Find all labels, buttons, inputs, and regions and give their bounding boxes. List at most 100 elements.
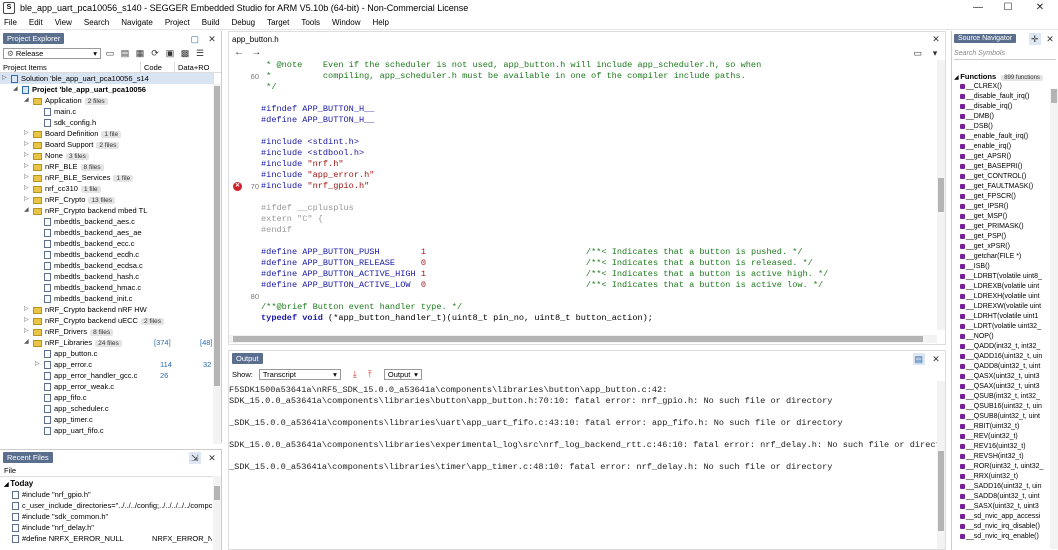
menu-item-project[interactable]: Project [165,18,190,27]
tree-folder-item[interactable]: ▷ nrf_cc310 1 file [0,183,214,194]
function-item[interactable]: __get_PRIMASK() [952,222,1049,232]
function-item[interactable]: __enable_irq() [952,142,1049,152]
tree-file-item[interactable]: mbedtls_backend_aes.c [0,216,214,227]
pin-icon[interactable]: ✛ [1028,32,1041,45]
minimize-button[interactable]: — [963,0,993,16]
tree-file-item[interactable]: mbedtls_backend_ecdh.c [0,249,214,260]
tab-source-navigator[interactable]: Source Navigator [954,34,1017,43]
collapsed-arrow-icon[interactable]: ▷ [24,183,29,194]
close-icon[interactable]: ✕ [206,452,218,464]
window-dock-icon[interactable]: ▢ [189,33,201,45]
output-text[interactable]: F5SDK1500a53641a\nRF5_SDK_15.0.0_a53641a… [229,385,945,545]
tree-folder-item[interactable]: ◢ nRF_Libraries 24 files [374] [48] [0,337,214,348]
menu-item-target[interactable]: Target [267,18,289,27]
dock-icon[interactable]: ▤ [912,352,925,365]
collapsed-arrow-icon[interactable]: ▷ [35,359,40,370]
function-item[interactable]: __ROR(uint32_t, uint32_ [952,462,1049,472]
function-item[interactable]: __DSB() [952,122,1049,132]
function-item[interactable]: __SASX(uint32_t, uint3 [952,502,1049,512]
scrollbar-thumb[interactable] [1051,89,1057,103]
tree-folder-item[interactable]: ▷ nRF_BLE 8 files [0,161,214,172]
back-arrow-icon[interactable]: ← [233,47,245,59]
menu-item-debug[interactable]: Debug [232,18,256,27]
close-icon[interactable]: ✕ [930,353,942,365]
tree-file-item[interactable]: app_button.c [0,348,214,359]
function-item[interactable]: __sd_nvic_irq_disable() [952,522,1049,532]
collapsed-arrow-icon[interactable]: ▷ [24,161,29,172]
open-folder-icon[interactable]: ▤ [119,47,131,59]
tree-file-item[interactable]: main.c [0,106,214,117]
function-item[interactable]: __sd_nvic_app_accessi [952,512,1049,522]
code-area[interactable]: * @note Even if the scheduler is not use… [229,60,945,330]
filter-icon[interactable]: ▩ [179,47,191,59]
function-item[interactable]: __QSUB16(uint32_t, uin [952,402,1049,412]
tree-folder-item[interactable]: ▷ Board Definition 1 file [0,128,214,139]
editor-vscrollbar[interactable] [937,60,945,330]
tree-folder-item[interactable]: ▷ nRF_Drivers 8 files [0,326,214,337]
recent-file-item[interactable]: #include "nrf_delay.h" [0,522,212,533]
function-item[interactable]: __SADD16(uint32_t, uin [952,482,1049,492]
scrollbar-thumb[interactable] [214,86,220,386]
function-item[interactable]: __QASX(uint32_t, uint3 [952,372,1049,382]
function-item[interactable]: __get_BASEPRI() [952,162,1049,172]
properties-icon[interactable]: ▣ [164,47,176,59]
output-vscrollbar[interactable] [937,381,945,549]
function-item[interactable]: __get_xPSR() [952,242,1049,252]
close-window-button[interactable]: ✕ [1025,0,1055,16]
function-item[interactable]: __get_APSR() [952,152,1049,162]
function-item[interactable]: __ISB() [952,262,1049,272]
function-item[interactable]: __enable_fault_irq() [952,132,1049,142]
recent-file-item[interactable]: c_user_include_directories="../../../con… [0,500,212,511]
recent-file-item[interactable]: #define NRFX_ERROR_NULL NRFX_ERROR_NULL [0,533,212,544]
split-view-icon[interactable]: ▭ [912,47,924,59]
function-item[interactable]: __QADD8(uint32_t, uint [952,362,1049,372]
tab-app-button-h[interactable]: app_button.h [232,35,279,44]
tree-file-item[interactable]: app_error_weak.c [0,381,214,392]
tree-file-item[interactable]: app_error_handler_gcc.c 26 [0,370,214,381]
function-item[interactable]: __getchar(FILE *) [952,252,1049,262]
expanded-arrow-icon[interactable]: ◢ [24,337,29,348]
column-data-ro[interactable]: Data+RO [174,62,214,72]
new-file-icon[interactable]: ▭ [104,47,116,59]
function-item[interactable]: __SADD8(uint32_t, uint [952,492,1049,502]
menu-item-view[interactable]: View [55,18,72,27]
navigator-scrollbar[interactable] [1050,89,1058,549]
function-item[interactable]: __LDREXH(volatile uint [952,292,1049,302]
collapsed-arrow-icon[interactable]: ▷ [24,326,29,337]
tree-folder-item[interactable]: ▷ nRF_BLE_Services 1 file [0,172,214,183]
chevron-down-icon[interactable]: ▾ [929,47,941,59]
tree-file-item[interactable]: mbedtls_backend_hash.c [0,271,214,282]
close-icon[interactable]: ✕ [930,33,942,45]
show-select[interactable]: Transcript ▾ [258,368,341,380]
tree-file-item[interactable]: sdk_config.h [0,117,214,128]
symbol-search-input[interactable]: Search Symbols [954,47,1056,60]
menu-item-help[interactable]: Help [372,18,388,27]
tab-project-explorer[interactable]: Project Explorer [3,33,65,44]
function-item[interactable]: __sd_nvic_irq_enable() [952,532,1049,542]
function-item[interactable]: __LDREXB(volatile uint [952,282,1049,292]
output-select[interactable]: Output ▾ [383,368,422,380]
tree-folder-item[interactable]: ▷ nRF_Crypto backend uECC 2 files [0,315,214,326]
tree-file-item[interactable]: mbedtls_backend_ecdsa.c [0,260,214,271]
tree-file-item[interactable]: mbedtls_backend_ecc.c [0,238,214,249]
scrollbar-thumb[interactable] [938,178,944,212]
tree-folder-item[interactable]: ▷ None 3 files [0,150,214,161]
tree-file-item[interactable]: app_uart_fifo.c [0,425,214,435]
function-item[interactable]: __QSUB8(uint32_t, uint [952,412,1049,422]
maximize-button[interactable]: ☐ [993,0,1023,16]
menu-item-build[interactable]: Build [202,18,220,27]
function-item[interactable]: __disable_irq() [952,102,1049,112]
function-item[interactable]: __QSUB(int32_t, int32_ [952,392,1049,402]
collapsed-arrow-icon[interactable]: ▷ [2,73,7,84]
tree-folder-item[interactable]: ▷ nRF_Crypto backend nRF HW [0,304,214,315]
editor-hscrollbar[interactable] [229,335,937,343]
tree-folder-item[interactable]: ▷ Solution 'ble_app_uart_pca10056_s14 [0,73,214,84]
tree-folder-item[interactable]: ◢ Application 2 files [0,95,214,106]
function-item[interactable]: __REVSH(int32_t) [952,452,1049,462]
recent-scrollbar[interactable] [213,476,221,550]
function-item[interactable]: __RRX(uint32_t) [952,472,1049,482]
recent-files-column[interactable]: File [0,465,221,477]
function-item[interactable]: __disable_fault_irq() [952,92,1049,102]
tree-file-item[interactable]: mbedtls_backend_init.c [0,293,214,304]
function-item[interactable]: __get_CONTROL() [952,172,1049,182]
